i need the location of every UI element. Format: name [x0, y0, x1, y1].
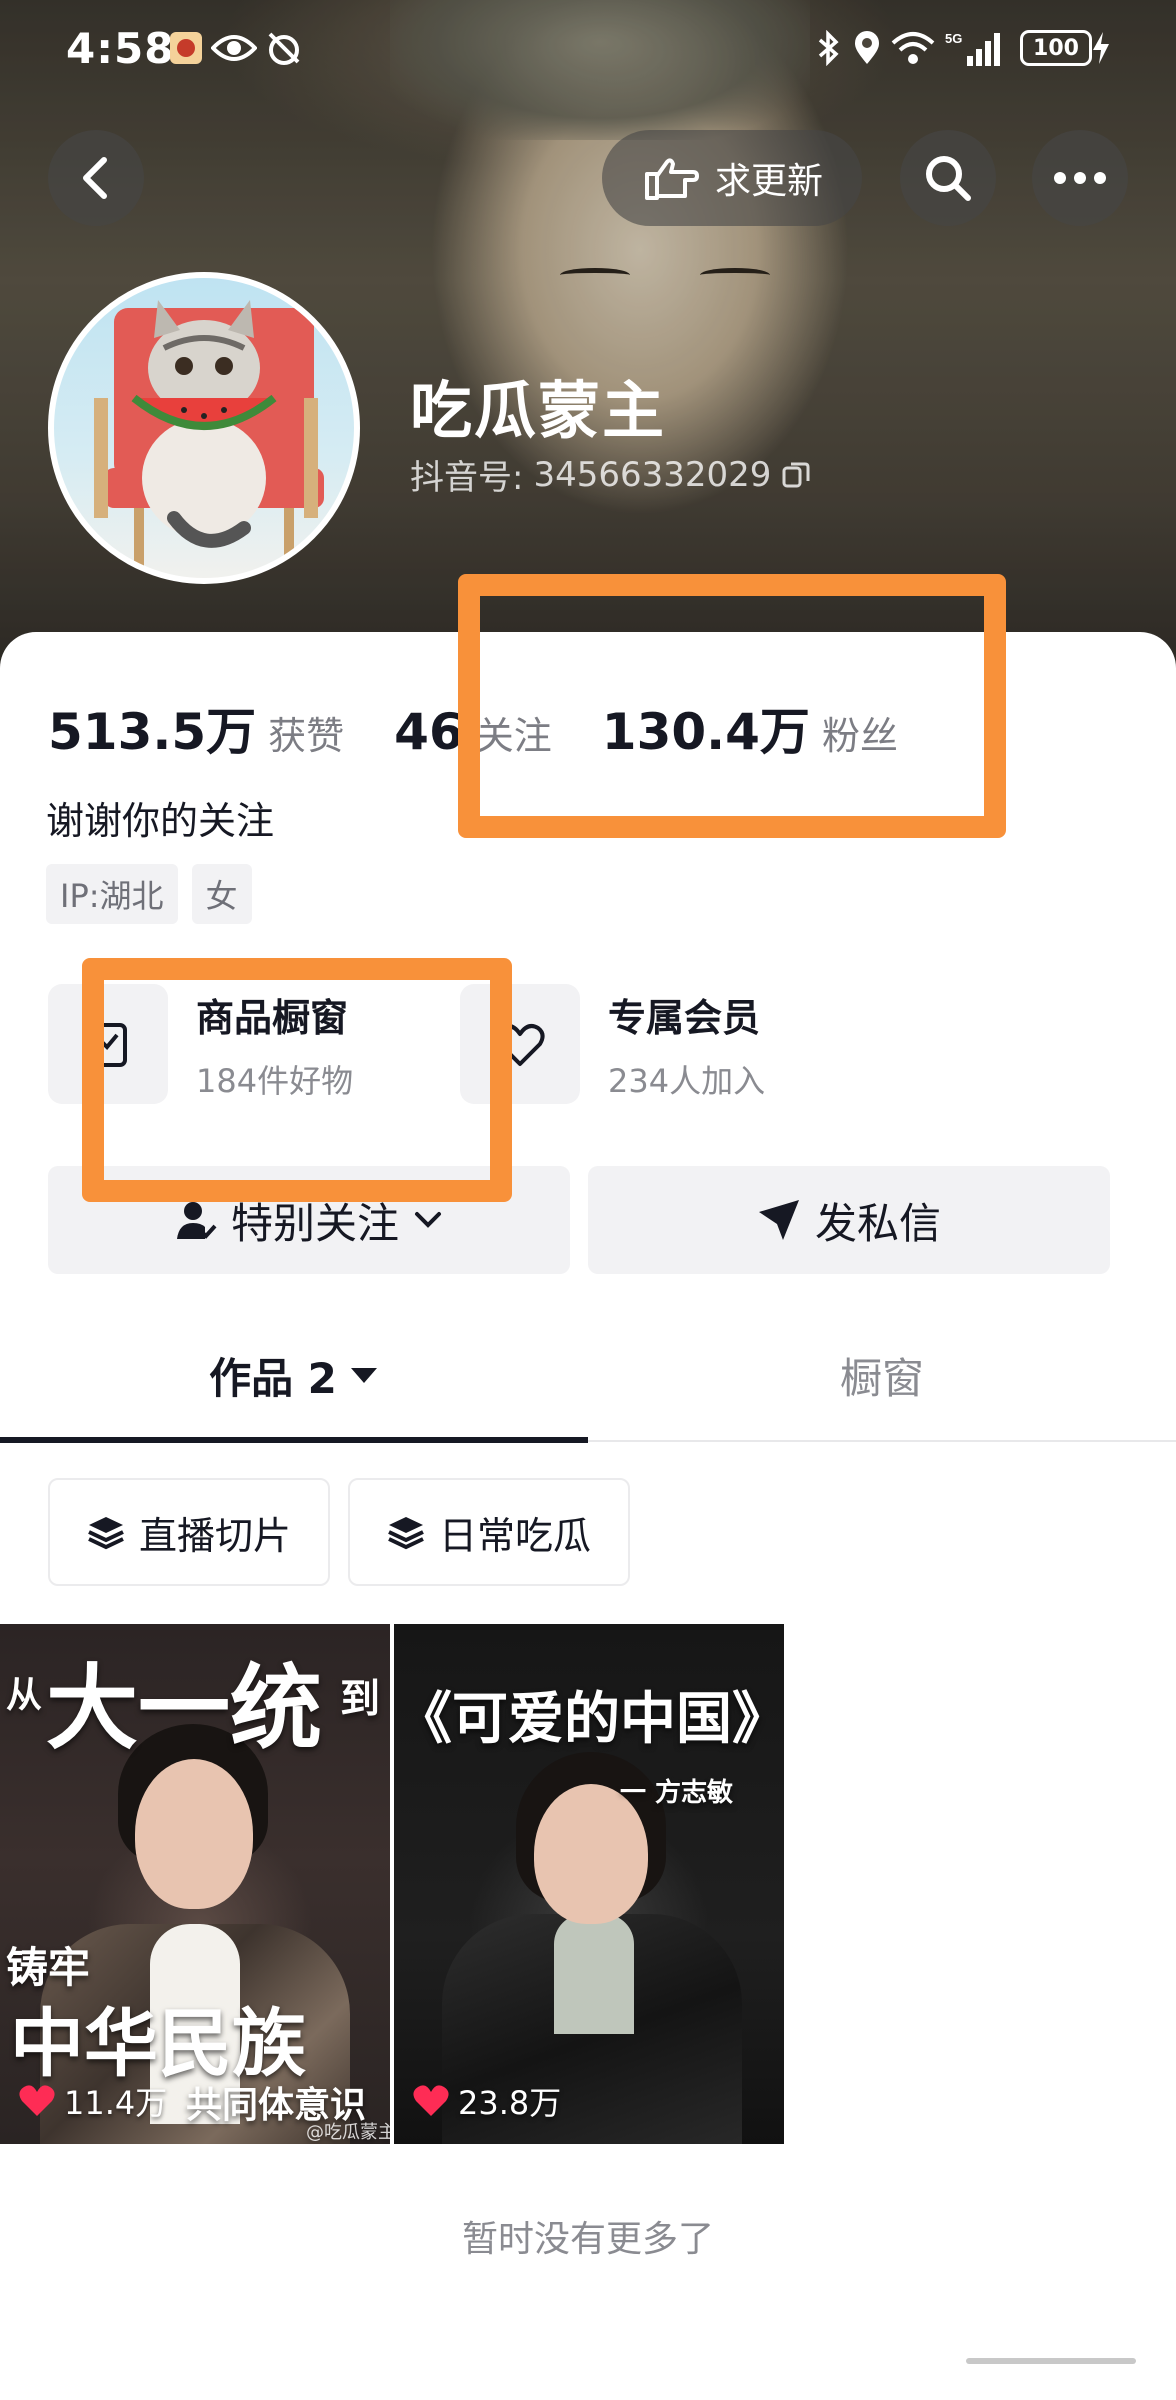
send-message-button[interactable]: 发私信 [588, 1166, 1110, 1274]
video2-likes: 23.8万 [412, 2078, 561, 2124]
tab-showcase-label: 橱窗 [839, 1353, 924, 1403]
following-count[interactable]: 46 [394, 703, 464, 761]
video2-title: 《可爱的中国》 [396, 1687, 784, 1752]
status-time: 4:58 [66, 24, 175, 73]
profile-user-id[interactable]: 抖音号: 34566332029 [410, 450, 811, 499]
video2-author: 一 方志敏 [620, 1778, 734, 1808]
video1-watermark: @吃瓜蒙主 [306, 2122, 390, 2143]
likes-count: 513.5万 [48, 703, 257, 761]
heart-icon [19, 2085, 55, 2116]
annotation-box-followers [458, 574, 1006, 838]
video2-like-count: 23.8万 [458, 2084, 562, 2122]
more-button[interactable] [1032, 130, 1128, 226]
more-dots-icon [1054, 172, 1106, 184]
user-check-icon [176, 1202, 217, 1239]
eye-icon [210, 30, 258, 66]
video-thumbnail-1[interactable]: 从 大一统 到 铸牢 中华民族 共同体意识 @吃瓜蒙主 11.4万 [0, 1624, 390, 2144]
paper-plane-icon [758, 1200, 799, 1240]
likes-label: 获赞 [268, 714, 345, 758]
search-button[interactable] [900, 130, 996, 226]
send-message-label: 发私信 [814, 1198, 941, 1248]
dropdown-triangle-icon [350, 1368, 377, 1383]
location-icon [852, 30, 882, 66]
tab-showcase[interactable]: 橱窗 [588, 1308, 1176, 1442]
cellular-signal-icon: 5G [944, 30, 1002, 66]
profile-username: 吃瓜蒙主 [410, 374, 667, 447]
video1-likes: 11.4万 [18, 2078, 167, 2124]
search-icon [926, 156, 971, 201]
avatar[interactable] [48, 272, 360, 584]
tab-works-label: 作品 2 [209, 1353, 337, 1403]
member-title: 专属会员 [608, 995, 761, 1040]
video1-like-count: 11.4万 [64, 2084, 168, 2122]
active-tab-indicator [0, 1437, 588, 1443]
chip-live-clips-label: 直播切片 [138, 1513, 291, 1558]
back-button[interactable] [48, 130, 144, 226]
network-type-text: 5G [945, 31, 962, 46]
back-arrow-icon [83, 157, 107, 199]
heart-icon [413, 2085, 449, 2116]
charging-bolt-icon [1090, 30, 1112, 66]
video1-text-from: 从 [6, 1675, 43, 1716]
ip-location-tag: IP:湖北 [46, 864, 178, 924]
layers-icon [88, 1517, 124, 1550]
battery-indicator: 100 [1020, 30, 1092, 66]
profile-tabs: 作品 2 橱窗 [0, 1308, 1176, 1443]
collection-chip-daily-gossip[interactable]: 日常吃瓜 [348, 1478, 630, 1586]
video1-text-to: 到 [340, 1676, 380, 1722]
cat-watermelon-avatar-image [94, 300, 324, 578]
copy-icon[interactable] [781, 460, 811, 490]
nav-gesture-bar-icon [966, 2358, 1136, 2364]
profile-bio: 谢谢你的关注 [46, 799, 275, 843]
video2-person-shirt [554, 1914, 634, 2034]
layers-icon [388, 1517, 424, 1550]
user-id-value: 34566332029 [533, 454, 772, 495]
video1-bottom-title: 中华民族 [10, 2001, 306, 2087]
bluetooth-icon [814, 30, 844, 66]
video1-person-face [135, 1759, 253, 1909]
member-subtitle: 234人加入 [608, 1061, 766, 1100]
request-update-label: 求更新 [714, 161, 823, 202]
status-bar: 4:58 5G 100 [0, 0, 1176, 100]
wifi-icon [890, 30, 936, 66]
user-id-label: 抖音号: [410, 458, 524, 498]
profile-tags: IP:湖北 女 [46, 864, 252, 924]
gender-tag: 女 [191, 864, 252, 924]
tab-works[interactable]: 作品 2 [0, 1308, 588, 1442]
alarm-off-icon [264, 30, 304, 66]
annotation-box-shop-window [82, 958, 512, 1202]
collection-chip-live-clips[interactable]: 直播切片 [48, 1478, 330, 1586]
no-more-content-text: 暂时没有更多了 [461, 2219, 714, 2260]
video-thumbnail-2[interactable]: 《可爱的中国》 一 方志敏 23.8万 [394, 1624, 784, 2144]
chevron-down-icon [415, 1212, 441, 1228]
request-update-button[interactable]: 求更新 [602, 130, 862, 226]
app-notification-icon [166, 30, 206, 66]
chip-daily-gossip-label: 日常吃瓜 [438, 1513, 591, 1558]
profile-content-card: 513.5万 获赞 46 关注 130.4万 粉丝 谢谢你的关注 IP:湖北 女… [0, 632, 1176, 2400]
video1-big-title: 大一统 [46, 1655, 323, 1762]
hand-pointing-icon [644, 158, 699, 200]
